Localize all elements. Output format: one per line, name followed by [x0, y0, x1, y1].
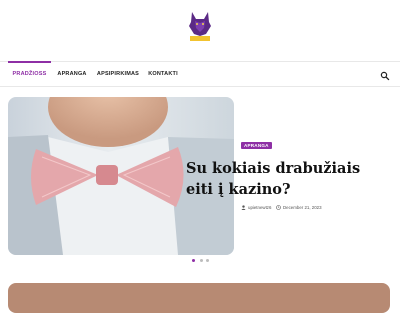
search-icon	[380, 71, 390, 81]
nav-item-pradzioss[interactable]: PRADŽIOSS	[8, 61, 51, 85]
main-navigation: PRADŽIOSS APRANGA APSIPIRKIMAS KONTAKTI	[0, 61, 400, 87]
category-badge[interactable]: APRANGA	[241, 142, 272, 149]
author-meta[interactable]: upietnewtz6	[241, 205, 271, 211]
nav-item-apranga[interactable]: APRANGA	[55, 62, 89, 86]
wolf-logo-icon	[189, 12, 211, 41]
search-button[interactable]	[380, 68, 390, 81]
carousel-dot-1[interactable]	[192, 259, 195, 262]
featured-title[interactable]: Su kokiais drabužiais eiti į kazino?	[186, 158, 386, 200]
post-date: December 21, 2023	[283, 205, 322, 210]
carousel-dot-2[interactable]	[200, 259, 203, 262]
next-post-card[interactable]	[8, 283, 390, 313]
carousel-dot-3[interactable]	[206, 259, 209, 262]
clock-icon	[276, 205, 281, 211]
author-name[interactable]: upietnewtz6	[248, 205, 271, 210]
nav-item-kontakti[interactable]: KONTAKTI	[145, 62, 181, 86]
user-icon	[241, 205, 246, 211]
nav-item-apsipirkimas[interactable]: APSIPIRKIMAS	[95, 62, 141, 86]
date-meta: December 21, 2023	[276, 205, 322, 211]
site-logo[interactable]	[188, 10, 212, 42]
